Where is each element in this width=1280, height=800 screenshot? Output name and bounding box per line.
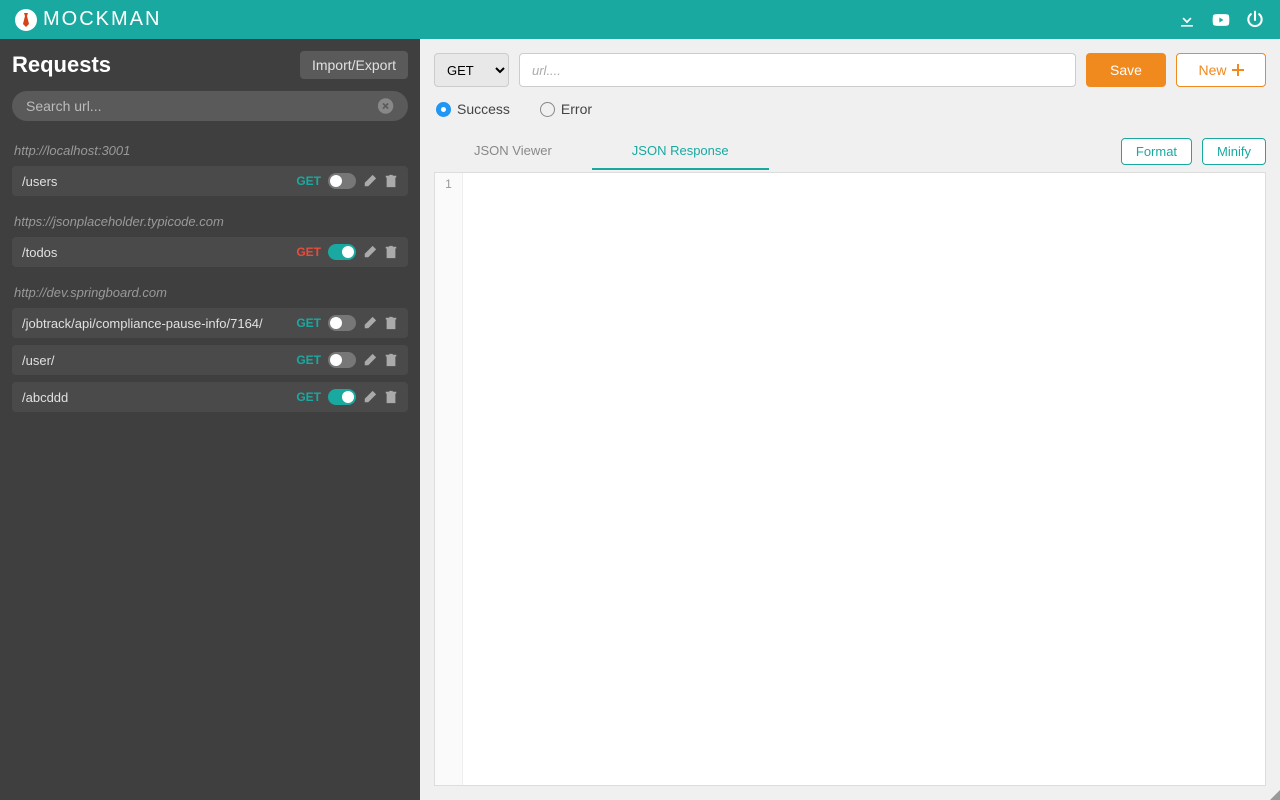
delete-icon[interactable] bbox=[384, 353, 398, 367]
main-layout: Requests Import/Export http://localhost:… bbox=[0, 39, 1280, 800]
request-top-bar: GET Save New bbox=[434, 53, 1266, 87]
content-panel: GET Save New Success Error JSON Viewer bbox=[420, 39, 1280, 800]
host-group: https://jsonplaceholder.typicode.com/tod… bbox=[12, 214, 408, 267]
radio-icon bbox=[540, 102, 555, 117]
enable-toggle[interactable] bbox=[328, 352, 356, 368]
host-label: https://jsonplaceholder.typicode.com bbox=[12, 214, 408, 229]
request-controls: GET bbox=[296, 389, 398, 405]
sidebar: Requests Import/Export http://localhost:… bbox=[0, 39, 420, 800]
method-badge: GET bbox=[296, 245, 321, 259]
request-controls: GET bbox=[296, 315, 398, 331]
request-path: /jobtrack/api/compliance-pause-info/7164… bbox=[22, 316, 296, 331]
request-row[interactable]: /todosGET bbox=[12, 237, 408, 267]
app-header: MOCKMAN bbox=[0, 0, 1280, 39]
search-wrapper bbox=[12, 91, 408, 121]
json-editor[interactable]: 1 bbox=[434, 172, 1266, 786]
radio-label-error: Error bbox=[561, 101, 592, 117]
request-path: /users bbox=[22, 174, 296, 189]
sidebar-title: Requests bbox=[12, 52, 111, 78]
request-row[interactable]: /user/GET bbox=[12, 345, 408, 375]
edit-icon[interactable] bbox=[363, 174, 377, 188]
tabs-row: JSON Viewer JSON Response Format Minify bbox=[434, 133, 1266, 170]
method-badge: GET bbox=[296, 174, 321, 188]
tab-json-viewer[interactable]: JSON Viewer bbox=[434, 133, 592, 170]
radio-icon bbox=[436, 102, 451, 117]
line-number: 1 bbox=[435, 177, 462, 191]
url-input[interactable] bbox=[519, 53, 1076, 87]
edit-icon[interactable] bbox=[363, 245, 377, 259]
radio-success[interactable]: Success bbox=[436, 101, 510, 117]
resize-handle[interactable] bbox=[1270, 790, 1280, 800]
method-select[interactable]: GET bbox=[434, 53, 509, 87]
clear-icon[interactable] bbox=[377, 97, 394, 115]
import-export-button[interactable]: Import/Export bbox=[300, 51, 408, 79]
editor-gutter: 1 bbox=[435, 173, 463, 785]
request-row[interactable]: /usersGET bbox=[12, 166, 408, 196]
power-icon[interactable] bbox=[1245, 10, 1265, 30]
delete-icon[interactable] bbox=[384, 245, 398, 259]
method-badge: GET bbox=[296, 353, 321, 367]
request-controls: GET bbox=[296, 244, 398, 260]
minify-button[interactable]: Minify bbox=[1202, 138, 1266, 165]
tab-actions: Format Minify bbox=[1121, 138, 1266, 165]
header-actions bbox=[1177, 10, 1265, 30]
plus-icon bbox=[1232, 64, 1244, 76]
save-button[interactable]: Save bbox=[1086, 53, 1166, 87]
new-button[interactable]: New bbox=[1176, 53, 1266, 87]
editor-content[interactable] bbox=[463, 173, 1265, 785]
enable-toggle[interactable] bbox=[328, 315, 356, 331]
delete-icon[interactable] bbox=[384, 316, 398, 330]
delete-icon[interactable] bbox=[384, 390, 398, 404]
radio-label-success: Success bbox=[457, 101, 510, 117]
download-icon[interactable] bbox=[1177, 10, 1197, 30]
logo-section: MOCKMAN bbox=[15, 8, 161, 31]
host-group: http://localhost:3001/usersGET bbox=[12, 143, 408, 196]
method-badge: GET bbox=[296, 390, 321, 404]
brand-name: MOCKMAN bbox=[43, 8, 161, 31]
search-input[interactable] bbox=[26, 98, 377, 114]
edit-icon[interactable] bbox=[363, 353, 377, 367]
tab-json-response[interactable]: JSON Response bbox=[592, 133, 769, 170]
radio-error[interactable]: Error bbox=[540, 101, 592, 117]
status-radio-group: Success Error bbox=[434, 101, 1266, 117]
request-row[interactable]: /jobtrack/api/compliance-pause-info/7164… bbox=[12, 308, 408, 338]
request-path: /todos bbox=[22, 245, 296, 260]
request-row[interactable]: /abcdddGET bbox=[12, 382, 408, 412]
logo-icon bbox=[15, 9, 37, 31]
host-label: http://localhost:3001 bbox=[12, 143, 408, 158]
request-controls: GET bbox=[296, 352, 398, 368]
request-path: /user/ bbox=[22, 353, 296, 368]
enable-toggle[interactable] bbox=[328, 244, 356, 260]
sidebar-header: Requests Import/Export bbox=[12, 51, 408, 79]
edit-icon[interactable] bbox=[363, 316, 377, 330]
method-badge: GET bbox=[296, 316, 321, 330]
host-group: http://dev.springboard.com/jobtrack/api/… bbox=[12, 285, 408, 412]
host-label: http://dev.springboard.com bbox=[12, 285, 408, 300]
format-button[interactable]: Format bbox=[1121, 138, 1192, 165]
enable-toggle[interactable] bbox=[328, 173, 356, 189]
request-controls: GET bbox=[296, 173, 398, 189]
delete-icon[interactable] bbox=[384, 174, 398, 188]
tabs: JSON Viewer JSON Response bbox=[434, 133, 769, 170]
edit-icon[interactable] bbox=[363, 390, 377, 404]
new-button-label: New bbox=[1198, 62, 1226, 78]
request-path: /abcddd bbox=[22, 390, 296, 405]
enable-toggle[interactable] bbox=[328, 389, 356, 405]
youtube-icon[interactable] bbox=[1211, 10, 1231, 30]
